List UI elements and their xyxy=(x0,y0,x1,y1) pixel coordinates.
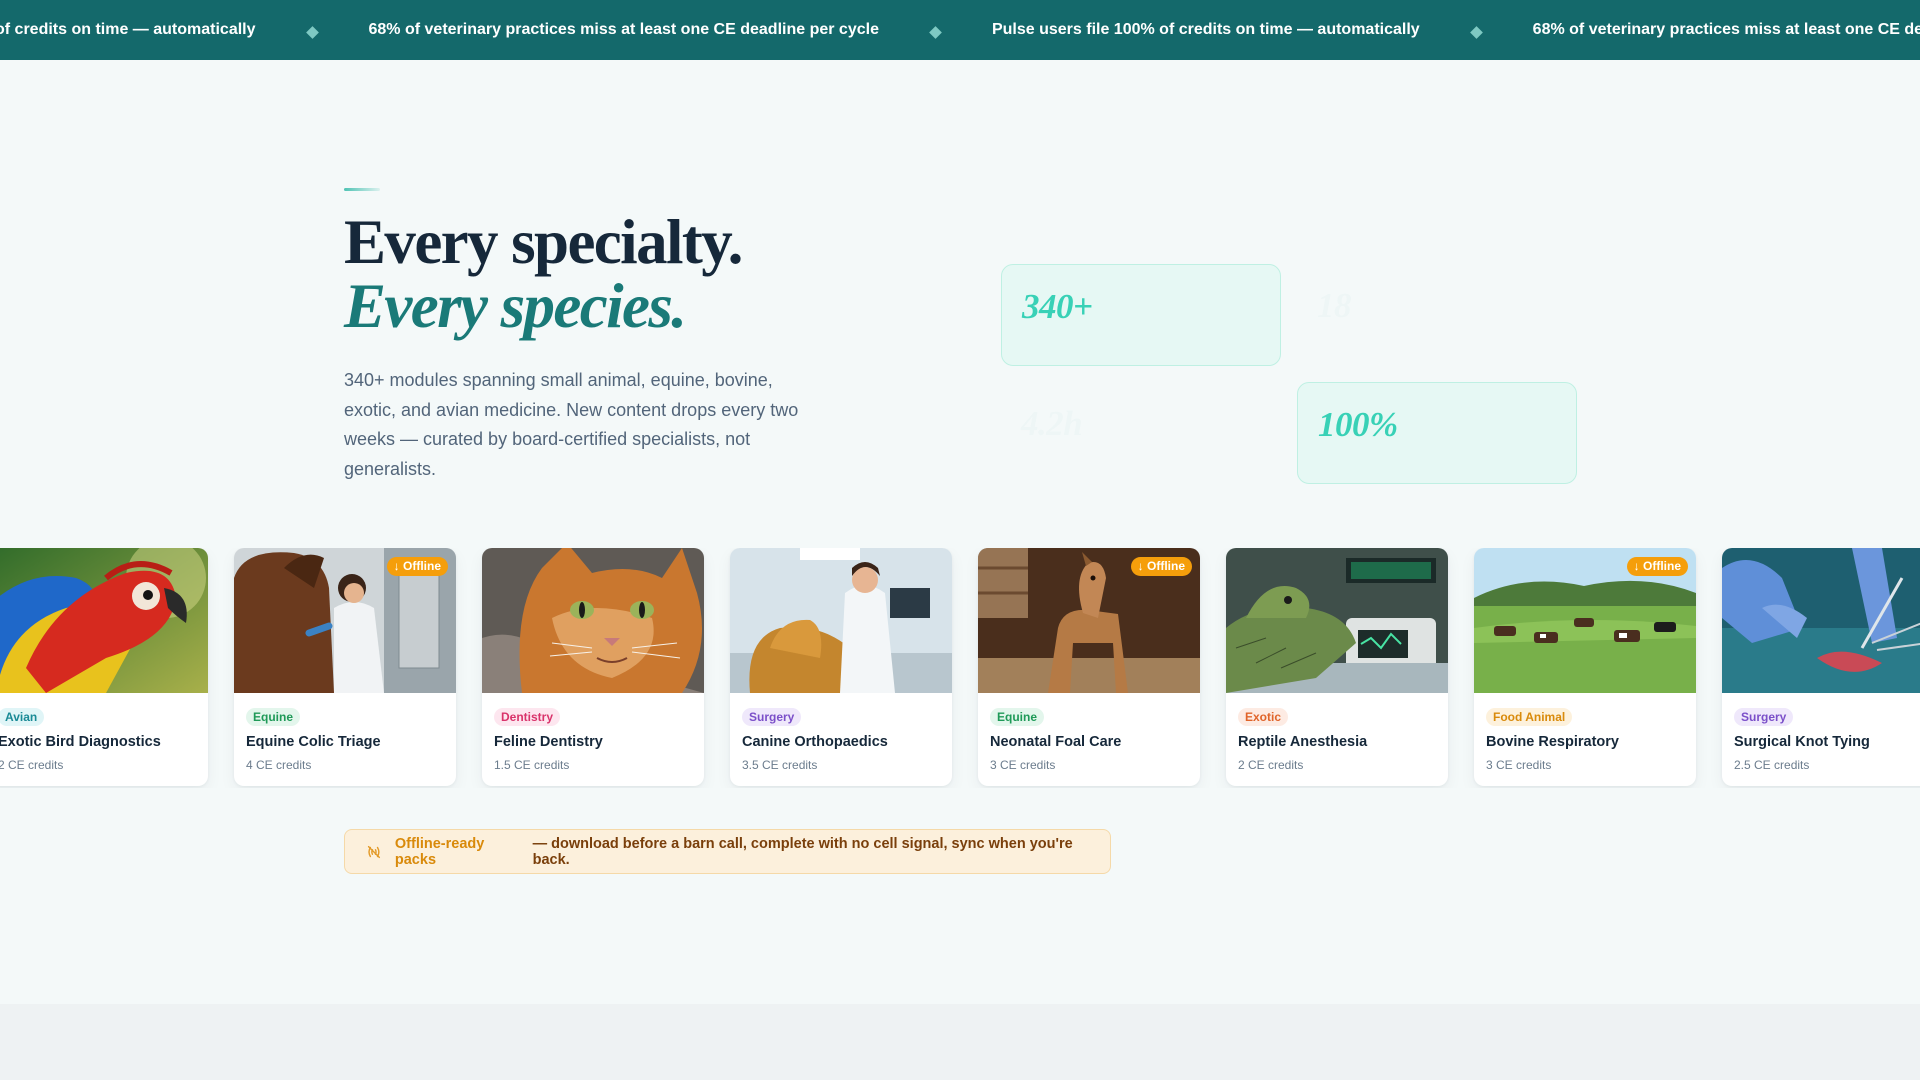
stat-value: 100% xyxy=(1318,405,1398,444)
diamond-separator-icon xyxy=(929,25,942,39)
foal-icon: ↓ Offline xyxy=(978,548,1200,693)
category-tag: Exotic xyxy=(1238,708,1289,726)
ticker-item: of credits on time — automatically xyxy=(0,21,256,38)
course-credits: 3 CE credits xyxy=(1486,758,1552,772)
course-credits: 1.5 CE credits xyxy=(494,758,570,772)
diamond-separator-icon xyxy=(305,25,319,39)
course-card[interactable]: Surgery Canine Orthopaedics 3.5 CE credits xyxy=(730,548,952,786)
offline-badge: ↓ Offline xyxy=(1626,557,1688,576)
course-card[interactable]: Dentistry Feline Dentistry 1.5 CE credits xyxy=(482,548,704,786)
course-carousel: Avian Exotic Bird Diagnostics 2 CE credits… xyxy=(0,548,1920,788)
ticker-item: 68% of veterinary practices miss at leas… xyxy=(368,21,879,38)
stat-value: 18 xyxy=(1317,286,1352,325)
surgery-hands-icon xyxy=(1722,548,1920,693)
hero-description: 340+ modules spanning small animal, equi… xyxy=(344,370,799,479)
stat-card-species: 18 xyxy=(1297,264,1577,366)
horse-vet-icon: ↓ Offline xyxy=(234,548,456,693)
course-credits: 2.5 CE credits xyxy=(1734,758,1810,772)
course-card[interactable]: ↓ Offline Food Animal Bovine Respiratory 3 … xyxy=(1474,548,1696,786)
cat-icon xyxy=(482,548,704,693)
signal-icon xyxy=(367,845,381,858)
course-credits: 3.5 CE credits xyxy=(742,758,818,772)
course-title: Neonatal Foal Care xyxy=(990,734,1122,750)
hero-title: Every specialty. Every species. xyxy=(344,210,964,338)
course-card[interactable]: ↓ Offline Equine Equine Colic Triage 4 CE c… xyxy=(234,548,456,786)
course-credits: 2 CE credits xyxy=(0,758,64,772)
category-tag: Avian xyxy=(0,708,45,726)
offline-packs-banner: Offline-ready packs — download before a … xyxy=(344,829,1111,874)
course-credits: 3 CE credits xyxy=(990,758,1056,772)
course-title: Equine Colic Triage xyxy=(246,734,381,750)
course-title: Canine Orthopaedics xyxy=(742,734,888,750)
stat-card-modules: 340+ xyxy=(1001,264,1281,366)
iguana-icon xyxy=(1226,548,1448,693)
ticker-item: Pulse users file 100% of credits on time… xyxy=(991,21,1420,38)
stat-value: 340+ xyxy=(1022,287,1093,326)
offline-banner-text: — download before a barn call, complete … xyxy=(532,835,1073,868)
offline-banner-strong: Offline-ready packs xyxy=(394,835,485,868)
dog-vet-icon xyxy=(730,548,952,693)
parrot-icon xyxy=(0,548,208,693)
course-title: Bovine Respiratory xyxy=(1486,734,1619,750)
course-title: Feline Dentistry xyxy=(494,734,603,750)
offline-badge: ↓ Offline xyxy=(1130,557,1192,576)
announcement-ticker: of credits on time — automatically 68% of… xyxy=(0,0,1920,60)
course-card[interactable]: ↓ Offline Equine Neonatal Foal Care 3 CE cr… xyxy=(978,548,1200,786)
hero-accent-line xyxy=(344,188,380,191)
course-title: Exotic Bird Diagnostics xyxy=(0,734,161,750)
category-tag: Surgery xyxy=(1734,708,1794,726)
course-title: Surgical Knot Tying xyxy=(1734,734,1870,750)
course-card[interactable]: Exotic Reptile Anesthesia 2 CE credits xyxy=(1226,548,1448,786)
ticker-track: of credits on time — automatically 68% of… xyxy=(0,0,1920,60)
category-tag: Dentistry xyxy=(494,708,561,726)
cattle-field-icon: ↓ Offline xyxy=(1474,548,1696,693)
stat-card-hours: 4.2h xyxy=(1001,382,1281,484)
diamond-separator-icon xyxy=(1469,25,1483,39)
category-tag: Surgery xyxy=(742,708,802,726)
footer-band xyxy=(0,1004,1920,1080)
stat-value: 4.2h xyxy=(1021,404,1083,443)
course-title: Reptile Anesthesia xyxy=(1238,734,1368,750)
category-tag: Equine xyxy=(990,708,1045,726)
category-tag: Food Animal xyxy=(1486,708,1573,726)
course-credits: 2 CE credits xyxy=(1238,758,1304,772)
offline-badge: ↓ Offline xyxy=(386,557,448,576)
stat-card-on-time: 100% xyxy=(1297,382,1577,484)
ticker-item: 68% of veterinary practices miss at leas… xyxy=(1532,21,1920,38)
hero-title-line1: Every specialty. xyxy=(344,207,743,277)
course-card[interactable]: Surgery Surgical Knot Tying 2.5 CE credits xyxy=(1722,548,1920,786)
course-credits: 4 CE credits xyxy=(246,758,312,772)
course-card[interactable]: Avian Exotic Bird Diagnostics 2 CE credits xyxy=(0,548,208,786)
category-tag: Equine xyxy=(246,708,301,726)
hero-title-line2: Every species. xyxy=(344,271,687,341)
